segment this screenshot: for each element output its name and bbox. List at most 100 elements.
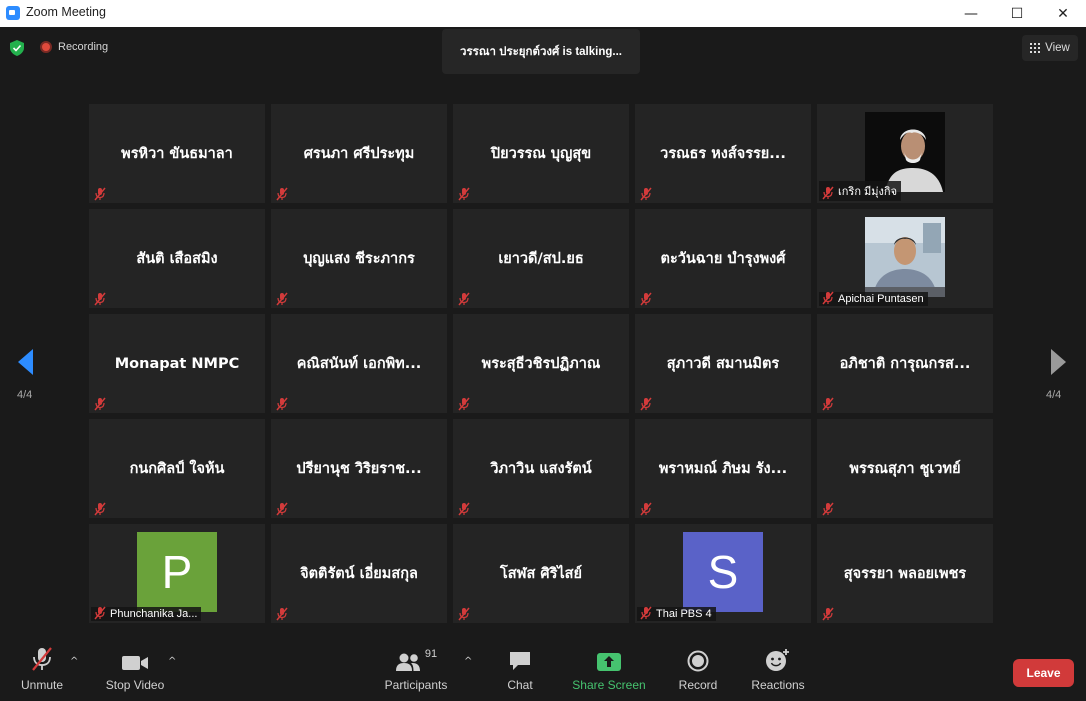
shield-icon[interactable] (10, 40, 24, 56)
participant-tile[interactable]: วิภาวิน แสงรัตน์ (453, 419, 629, 518)
muted-mic-icon (275, 606, 289, 621)
participant-tile[interactable]: P Phunchanika Ja... (89, 524, 265, 623)
minimize-button[interactable]: — (948, 0, 994, 27)
share-screen-icon (597, 653, 621, 671)
participant-name: จิตติรัตน์ เอี่ยมสกุล (300, 566, 418, 582)
participant-tile[interactable]: พราหมณ์ ภิษม รัง... (635, 419, 811, 518)
recording-indicator[interactable]: Recording (40, 41, 108, 53)
grid-view-icon (1030, 43, 1041, 53)
unmute-button[interactable]: Unmute (18, 634, 66, 701)
participant-tile[interactable]: สุจรรยา พลอยเพชร (817, 524, 993, 623)
participant-tile[interactable]: สุภาวดี สมานมิตร (635, 314, 811, 413)
muted-mic-icon (821, 186, 835, 200)
participant-tile[interactable]: กนกศิลป์ ใจห้น (89, 419, 265, 518)
reactions-button[interactable]: Reactions (748, 634, 808, 701)
participant-name: วิภาวิน แสงรัตน์ (490, 461, 592, 477)
participant-tile[interactable]: Monapat NMPC (89, 314, 265, 413)
chat-label: Chat (507, 678, 533, 692)
muted-mic-icon (457, 291, 471, 306)
participants-options-caret-icon[interactable]: ^ (464, 656, 472, 667)
record-button[interactable]: Record (676, 634, 720, 701)
muted-mic-icon (93, 501, 107, 516)
maximize-button[interactable]: ☐ (994, 0, 1040, 27)
chat-button[interactable]: Chat (500, 634, 540, 701)
video-options-caret-icon[interactable]: ^ (168, 656, 176, 667)
meeting-toolbar: Unmute ^ Stop Video ^ 91 Participants ^ (0, 634, 1086, 701)
title-bar: Zoom Meeting — ☐ ✕ (0, 0, 1086, 27)
participant-name: Monapat NMPC (114, 355, 240, 372)
meeting-stage: Recording วรรณา ประยุกต์วงศ์ is talking.… (0, 27, 1086, 634)
participant-name-label: Thai PBS 4 (637, 606, 716, 621)
participant-name: ศรนภา ศรีประทุม (303, 146, 415, 162)
muted-microphone-icon (32, 647, 52, 671)
reactions-smiley-icon (766, 649, 789, 671)
participant-tile[interactable]: อภิชาติ การุณกรส... (817, 314, 993, 413)
previous-page-arrow-icon[interactable] (14, 347, 38, 377)
chat-bubble-icon (510, 652, 530, 670)
muted-mic-icon (639, 606, 653, 620)
share-screen-button[interactable]: Share Screen (572, 634, 646, 701)
participant-name: ปรียานุช วิริยราช... (296, 461, 422, 477)
participant-tile[interactable]: ปรียานุช วิริยราช... (271, 419, 447, 518)
participant-name: Thai PBS 4 (656, 608, 712, 620)
muted-mic-icon (821, 501, 835, 516)
participant-tile[interactable]: จิตติรัตน์ เอี่ยมสกุล (271, 524, 447, 623)
close-button[interactable]: ✕ (1040, 0, 1086, 27)
participant-tile[interactable]: เกริก มีมุ่งกิจ (817, 104, 993, 203)
participant-tile[interactable]: Apichai Puntasen (817, 209, 993, 308)
participant-name: สุจรรยา พลอยเพชร (843, 566, 967, 582)
muted-mic-icon (457, 606, 471, 621)
muted-mic-icon (639, 291, 653, 306)
audio-options-caret-icon[interactable]: ^ (70, 656, 78, 667)
stop-video-label: Stop Video (105, 678, 165, 692)
participant-avatar: P (137, 532, 217, 612)
muted-mic-icon (93, 396, 107, 411)
view-button-label: View (1045, 42, 1070, 54)
record-icon (687, 650, 709, 672)
participant-name: สุภาวดี สมานมิตร (666, 356, 780, 372)
participant-tile[interactable]: โสฬส ศิริไสย์ (453, 524, 629, 623)
participant-name: อภิชาติ การุณกรส... (839, 356, 971, 372)
participant-tile[interactable]: S Thai PBS 4 (635, 524, 811, 623)
view-button[interactable]: View (1022, 35, 1078, 61)
next-page-arrow-icon[interactable] (1046, 347, 1070, 377)
muted-mic-icon (93, 606, 107, 620)
participant-name: พระสุธีวชิรปฏิภาณ (481, 356, 601, 372)
participants-label: Participants (384, 678, 448, 692)
recording-dot-icon (40, 41, 52, 53)
stop-video-button[interactable]: Stop Video (104, 634, 166, 701)
participant-count: 91 (424, 648, 438, 660)
leave-button[interactable]: Leave (1013, 659, 1074, 687)
participant-tile[interactable]: เยาวดี/สป.ยธ (453, 209, 629, 308)
zoom-app-icon (6, 6, 20, 20)
participant-name-label: เกริก มีมุ่งกิจ (819, 181, 902, 201)
participant-name: ตะวันฉาย บำรุงพงศ์ (660, 251, 786, 267)
participant-tile[interactable]: พรหิวา ขันธมาลา (89, 104, 265, 203)
participant-tile[interactable]: สันติ เสือสมิง (89, 209, 265, 308)
muted-mic-icon (275, 291, 289, 306)
participant-tile[interactable]: วรณธร หงส์จรรย... (635, 104, 811, 203)
participant-name: คณิสนันท์ เอกพิท... (296, 356, 422, 372)
participant-tile[interactable]: ศรนภา ศรีประทุม (271, 104, 447, 203)
participants-button[interactable]: 91 Participants (384, 634, 448, 701)
participant-name: พรรณสุภา ชูเวทย์ (849, 461, 961, 477)
participant-name: กนกศิลป์ ใจห้น (129, 461, 225, 477)
recording-label: Recording (58, 41, 109, 53)
muted-mic-icon (457, 396, 471, 411)
participant-tile[interactable]: พรรณสุภา ชูเวทย์ (817, 419, 993, 518)
muted-mic-icon (457, 501, 471, 516)
participant-name: สันติ เสือสมิง (136, 251, 218, 267)
video-camera-icon (122, 656, 148, 670)
participant-tile[interactable]: ปิยวรรณ บุญสุข (453, 104, 629, 203)
share-screen-label: Share Screen (572, 678, 646, 692)
participant-tile[interactable]: พระสุธีวชิรปฏิภาณ (453, 314, 629, 413)
participant-tile[interactable]: คณิสนันท์ เอกพิท... (271, 314, 447, 413)
participant-video (865, 217, 945, 297)
muted-mic-icon (639, 501, 653, 516)
participant-tile[interactable]: บุญแสง ชีระภากร (271, 209, 447, 308)
muted-mic-icon (275, 396, 289, 411)
participant-name: ปิยวรรณ บุญสุข (490, 146, 592, 162)
muted-mic-icon (821, 606, 835, 621)
unmute-label: Unmute (20, 678, 64, 692)
participant-tile[interactable]: ตะวันฉาย บำรุงพงศ์ (635, 209, 811, 308)
